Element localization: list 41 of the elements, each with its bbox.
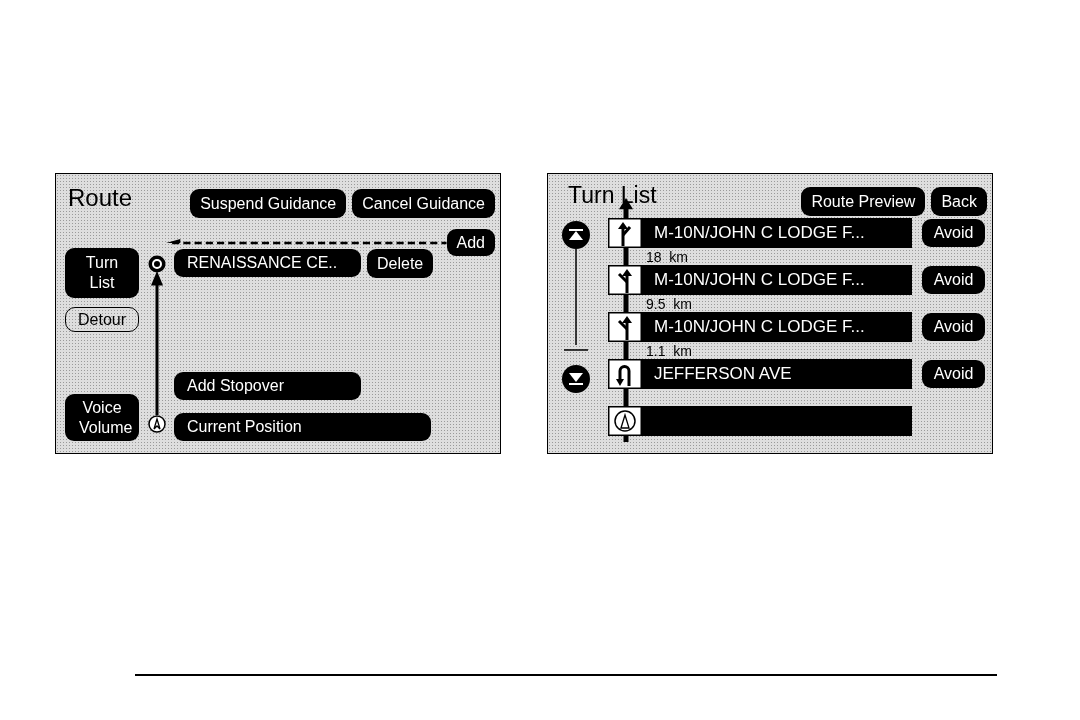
distance-label: 9.5 km <box>645 296 692 311</box>
current-position-icon <box>608 406 642 436</box>
avoid-button[interactable]: Avoid <box>922 313 985 341</box>
street-name: M-10N/JOHN C LODGE F... <box>653 270 865 290</box>
delete-button[interactable]: Delete <box>367 249 434 278</box>
add-stopover-button[interactable]: Add Stopover <box>174 372 361 400</box>
keep-right-icon <box>608 218 642 248</box>
suspend-guidance-button[interactable]: Suspend Guidance <box>190 189 347 218</box>
route-preview-button[interactable]: Route Preview <box>801 187 926 216</box>
street-name: JEFFERSON AVE <box>653 364 792 384</box>
street-name: M-10N/JOHN C LODGE F... <box>653 317 865 337</box>
u-turn-icon <box>608 359 642 389</box>
distance-label: 1.1 km <box>645 343 692 358</box>
detour-button[interactable]: Detour <box>65 307 139 332</box>
turn-list-button[interactable]: Turn List <box>65 248 139 298</box>
cancel-guidance-button[interactable]: Cancel Guidance <box>352 189 495 218</box>
distance-label: 18 km <box>645 249 688 264</box>
turn-item[interactable]: M-10N/JOHN C LODGE F... <box>608 265 912 295</box>
avoid-button[interactable]: Avoid <box>922 219 985 247</box>
screen-title: Turn List <box>567 182 657 209</box>
avoid-button[interactable]: Avoid <box>922 360 985 388</box>
turn-item[interactable]: M-10N/JOHN C LODGE F... <box>608 312 912 342</box>
turn-item[interactable]: M-10N/JOHN C LODGE F... <box>608 218 912 248</box>
turn-item[interactable] <box>608 406 912 436</box>
voice-volume-button[interactable]: Voice Volume <box>65 394 139 441</box>
street-name: M-10N/JOHN C LODGE F... <box>653 223 865 243</box>
current-position-button[interactable]: Current Position <box>174 413 431 441</box>
destination-marker-icon <box>147 255 166 273</box>
avoid-button[interactable]: Avoid <box>922 266 985 294</box>
scroll-to-top-icon <box>569 229 583 241</box>
scroll-to-bottom-icon <box>569 373 583 385</box>
scroll-down-button[interactable] <box>562 365 590 393</box>
current-position-icon <box>147 415 166 433</box>
scroll-up-button[interactable] <box>562 221 590 249</box>
screen-title: Route <box>68 184 133 212</box>
add-button[interactable]: Add <box>446 229 495 256</box>
keep-left-icon <box>608 265 642 295</box>
keep-left-icon <box>608 312 642 342</box>
turn-item[interactable]: JEFFERSON AVE <box>608 359 912 389</box>
back-button[interactable]: Back <box>931 187 987 216</box>
destination-button[interactable]: RENAISSANCE CE.. <box>174 249 361 277</box>
